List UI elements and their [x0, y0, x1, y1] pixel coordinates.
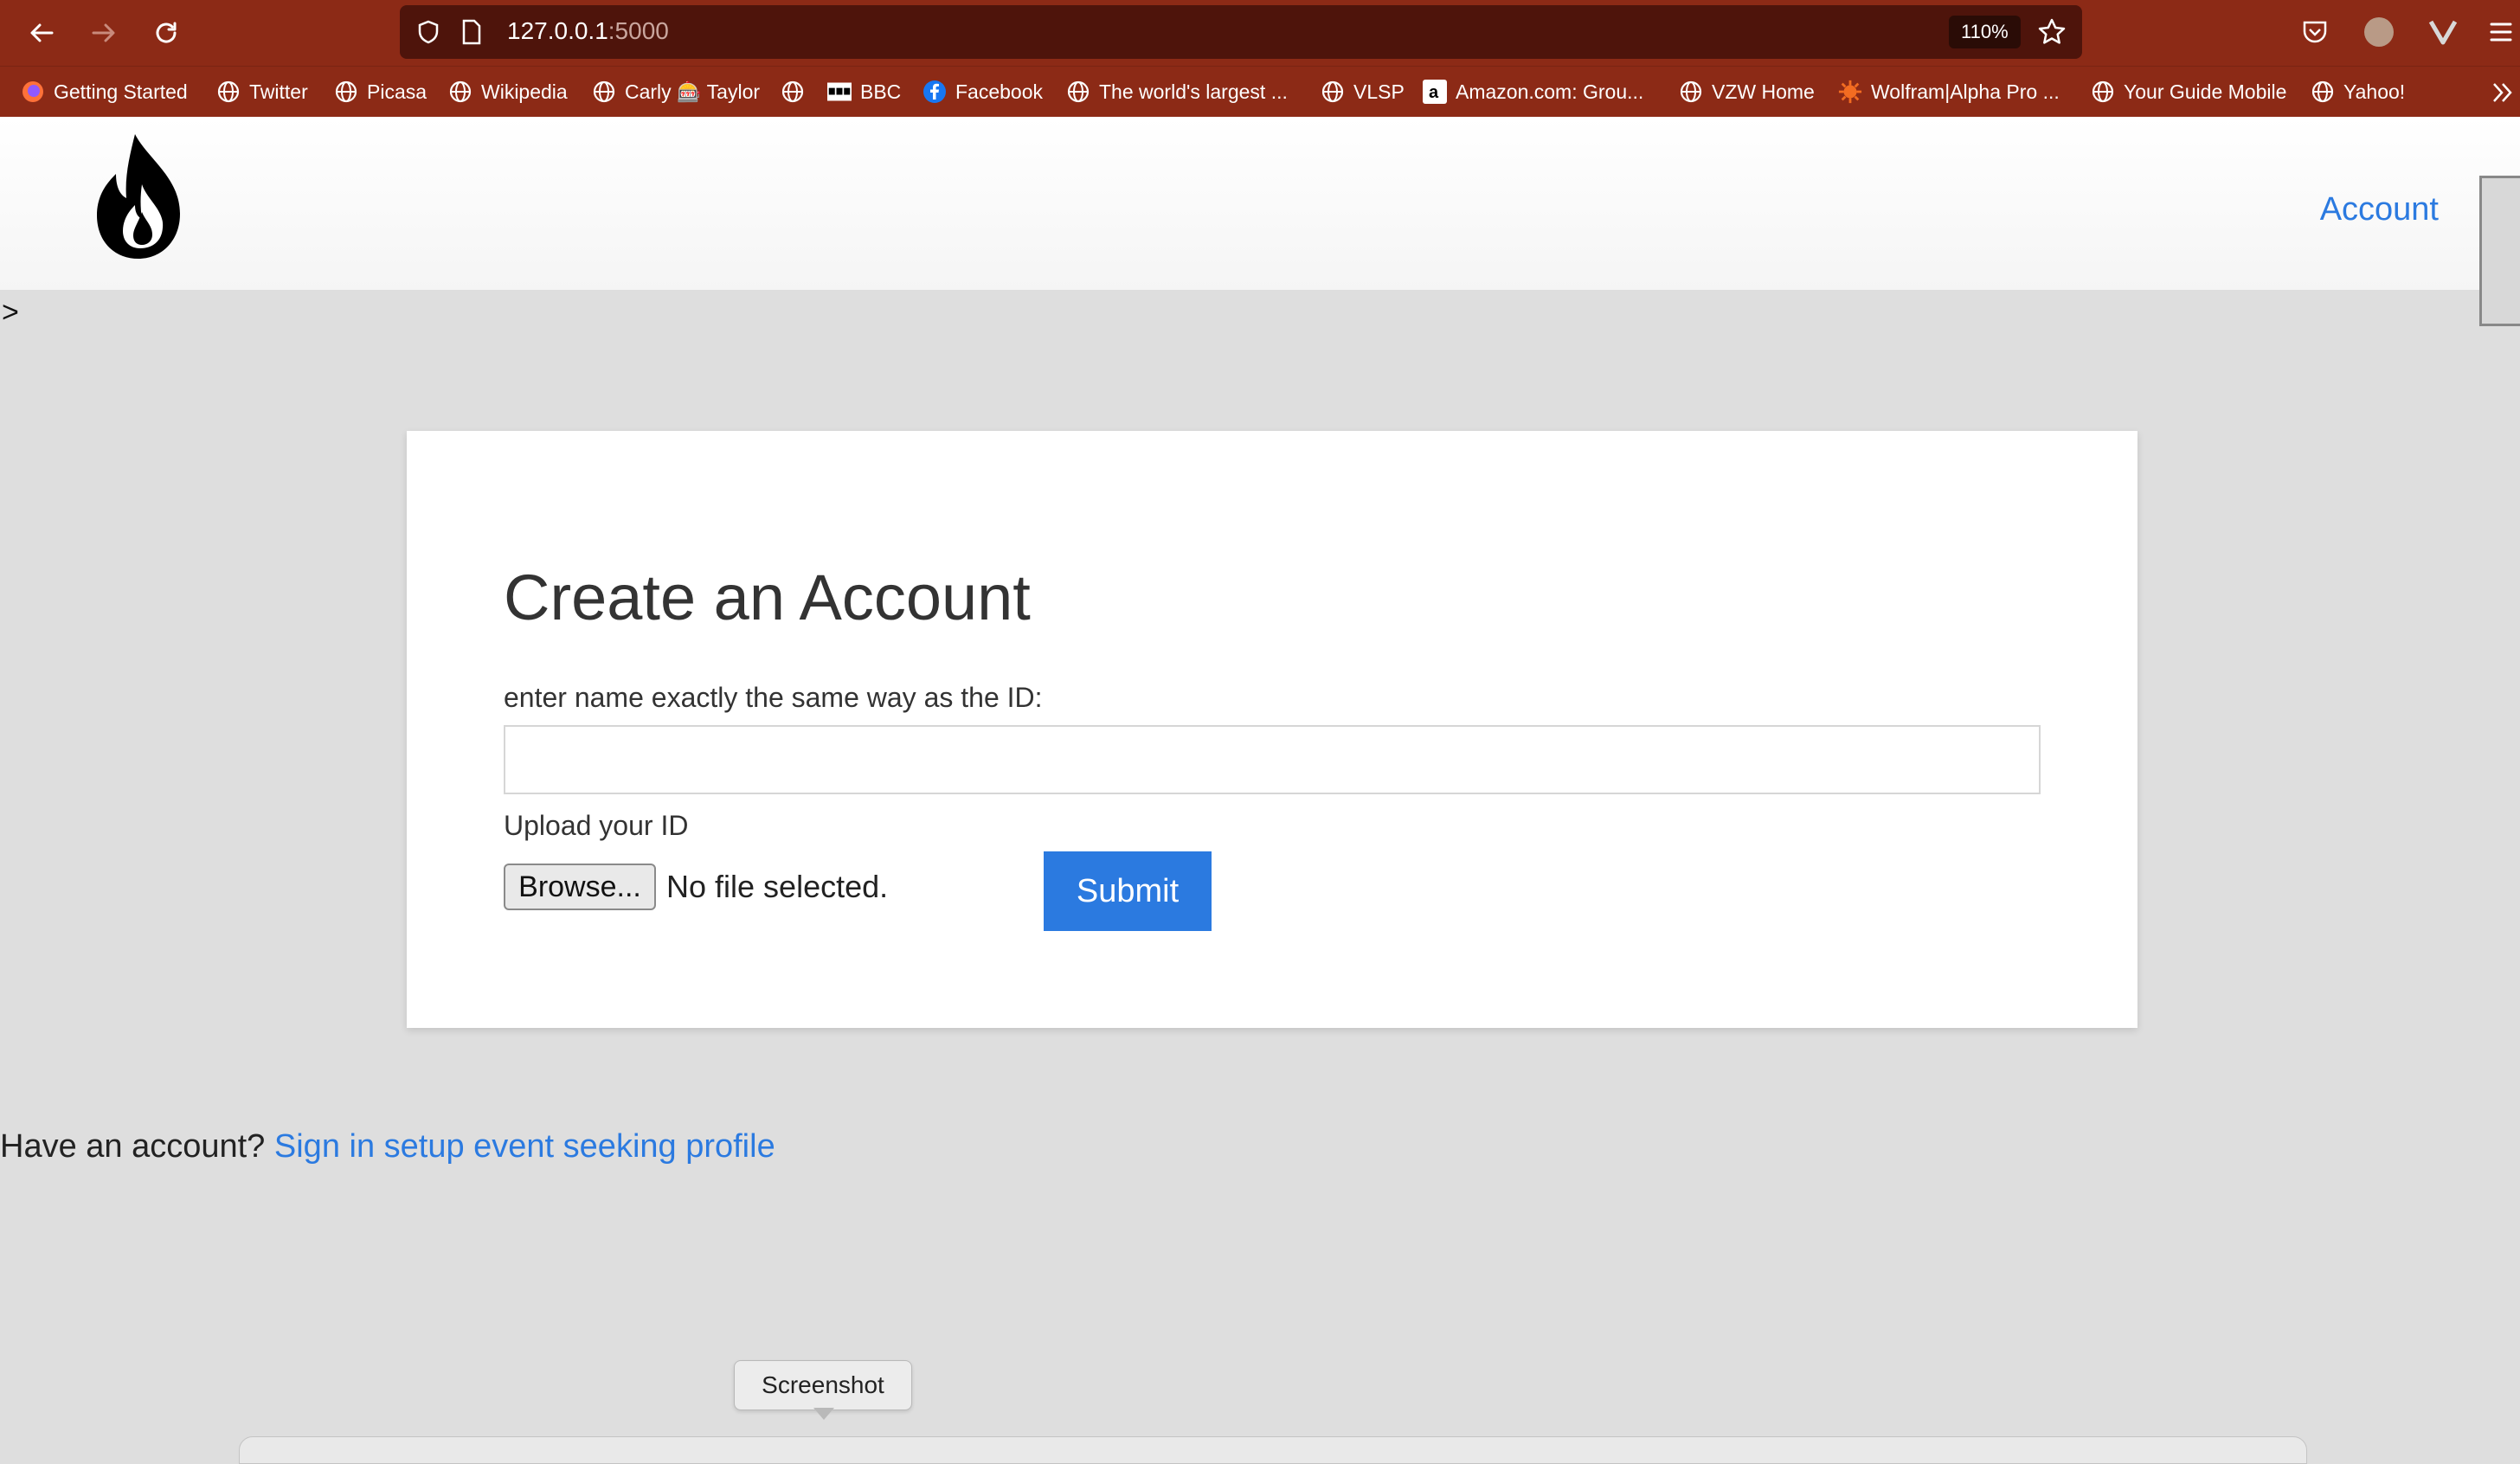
signin-prompt-row: Have an account? Sign in setup event see… [0, 1128, 775, 1165]
amazon-icon: a [1423, 80, 1447, 104]
bookmark-worlds-largest[interactable]: The world's largest ... [1066, 75, 1288, 108]
bookmark-twitter[interactable]: Twitter [216, 75, 308, 108]
bookmark-label: Your Guide Mobile [2124, 80, 2287, 103]
back-button[interactable] [21, 12, 62, 54]
name-field-label: enter name exactly the same way as the I… [504, 682, 1043, 713]
bookmark-untitled[interactable] [781, 75, 813, 108]
globe-icon [2311, 80, 2335, 104]
shield-icon[interactable] [415, 19, 441, 45]
create-account-card: Create an Account enter name exactly the… [407, 431, 2138, 1028]
bookmark-label: VZW Home [1712, 80, 1815, 103]
bookmark-wolfram-alpha[interactable]: Wolfram|Alpha Pro ... [1838, 75, 2060, 108]
file-status-text: No file selected. [666, 869, 889, 904]
bookmarks-overflow-chevron-icon[interactable] [2491, 80, 2515, 105]
bookmark-yahoo[interactable]: Yahoo! [2311, 75, 2405, 108]
globe-icon [1679, 80, 1703, 104]
profile-avatar[interactable] [2364, 17, 2394, 47]
browser-toolbar: 127.0.0.1:5000 110% [0, 0, 2520, 66]
url-port: :5000 [608, 17, 669, 44]
bookmark-label: Wolfram|Alpha Pro ... [1871, 80, 2060, 103]
bookmark-star-icon[interactable] [2037, 17, 2067, 47]
back-arrow-icon [30, 23, 54, 42]
wolfram-icon [1838, 80, 1862, 104]
bookmark-label: The world's largest ... [1099, 80, 1288, 103]
screenshot-tooltip: Screenshot [734, 1360, 912, 1410]
upload-id-label: Upload your ID [504, 810, 689, 841]
bookmark-vzw-home[interactable]: VZW Home [1679, 75, 1815, 108]
globe-icon [216, 80, 241, 104]
globe-icon [781, 80, 805, 104]
macos-dock[interactable] [239, 1436, 2307, 1464]
bookmark-label: Twitter [249, 80, 308, 103]
side-tab[interactable]: EDT [2479, 176, 2520, 326]
vivaldi-extension-icon[interactable] [2428, 19, 2458, 45]
bookmark-label: Picasa [367, 80, 428, 103]
globe-icon [1321, 80, 1345, 104]
tooltip-tail [813, 1408, 834, 1420]
globe-icon [1066, 80, 1090, 104]
bookmark-label: Facebook [955, 80, 1044, 103]
bookmark-wikipedia[interactable]: Wikipedia [448, 75, 568, 108]
globe-icon [448, 80, 472, 104]
bookmark-vlsp[interactable]: VLSP [1321, 75, 1405, 108]
url-host: 127.0.0.1 [507, 17, 608, 44]
bookmark-label: Getting Started [54, 80, 188, 103]
submit-button[interactable]: Submit [1044, 851, 1212, 931]
bookmark-label: Wikipedia [481, 80, 568, 103]
page-icon [462, 19, 481, 45]
signin-link[interactable]: Sign in setup event seeking profile [274, 1128, 775, 1165]
zoom-level-badge[interactable]: 110% [1949, 16, 2021, 48]
site-header: Account EDT [0, 117, 2520, 326]
bookmark-label: Carly 🎰 Taylor [625, 80, 761, 103]
firefox-icon [21, 80, 45, 104]
name-input[interactable] [504, 725, 2041, 794]
bookmark-amazon[interactable]: a Amazon.com: Grou... [1423, 75, 1643, 108]
forward-arrow-icon [92, 23, 115, 42]
forward-button[interactable] [83, 12, 125, 54]
bookmark-facebook[interactable]: Facebook [922, 75, 1043, 108]
bookmark-picasa[interactable]: Picasa [334, 75, 427, 108]
bookmark-label: BBC [860, 80, 902, 103]
globe-icon [592, 80, 616, 104]
browse-file-button[interactable]: Browse... [504, 864, 656, 910]
address-bar[interactable]: 127.0.0.1:5000 110% [400, 5, 2082, 59]
signin-prompt: Have an account? [0, 1128, 266, 1165]
bookmark-label: Amazon.com: Grou... [1456, 80, 1644, 103]
side-tab-label: EDT [2479, 204, 2486, 301]
bookmark-getting-started[interactable]: Getting Started [21, 75, 188, 108]
bookmarks-bar: Getting Started Twitter Picasa Wikipedia… [0, 66, 2520, 117]
page-title: Create an Account [504, 562, 1031, 633]
breadcrumb: > [2, 296, 19, 329]
bbc-icon [827, 80, 852, 104]
bookmark-your-guide-mobile[interactable]: Your Guide Mobile [2091, 75, 2286, 108]
bookmark-bbc[interactable]: BBC [827, 75, 901, 108]
bookmark-carly-taylor[interactable]: Carly 🎰 Taylor [592, 75, 760, 108]
menu-icon[interactable] [2489, 19, 2513, 45]
flame-logo-icon[interactable] [90, 131, 187, 260]
account-link[interactable]: Account [2320, 191, 2439, 228]
svg-text:a: a [1429, 83, 1439, 102]
reload-button[interactable] [145, 12, 187, 54]
url-text[interactable]: 127.0.0.1:5000 [507, 17, 669, 45]
globe-icon [334, 80, 358, 104]
bookmark-label: VLSP [1353, 80, 1405, 103]
globe-icon [2091, 80, 2115, 104]
bookmark-label: Yahoo! [2343, 80, 2406, 103]
pocket-icon[interactable] [2300, 17, 2330, 47]
reload-icon [156, 22, 177, 43]
facebook-icon [922, 80, 947, 104]
